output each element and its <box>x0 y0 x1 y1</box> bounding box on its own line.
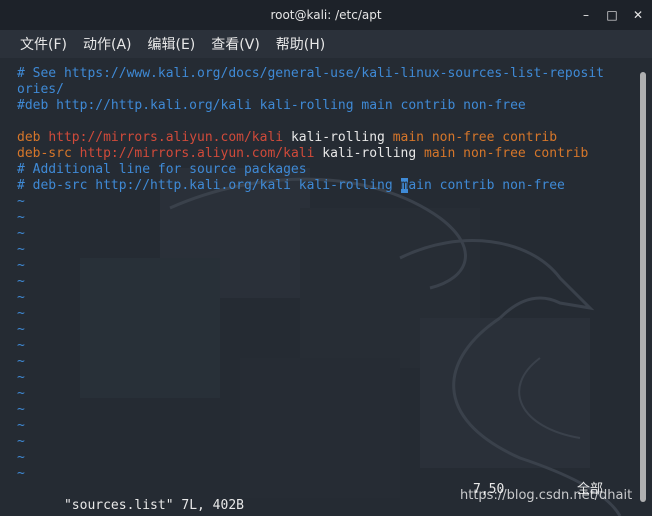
tilde-marker: ~ <box>17 450 25 465</box>
editor-line: deb-src http://mirrors.aliyun.com/kali k… <box>17 146 627 162</box>
editor-line: # Additional line for source packages <box>17 162 627 178</box>
editor-line: deb http://mirrors.aliyun.com/kali kali-… <box>17 130 627 146</box>
empty-line-marker: ~ <box>17 242 627 258</box>
empty-line-marker: ~ <box>17 210 627 226</box>
terminal-window: root@kali: /etc/apt – □ ✕ 文件(F) 动作(A) 编辑… <box>0 0 652 516</box>
title-bar[interactable]: root@kali: /etc/apt – □ ✕ <box>0 0 652 30</box>
empty-line-marker: ~ <box>17 306 627 322</box>
comment-text: ories/ <box>17 82 64 97</box>
empty-line-marker: ~ <box>17 386 627 402</box>
tilde-marker: ~ <box>17 466 25 481</box>
empty-line-marker: ~ <box>17 338 627 354</box>
components: main non-free contrib <box>392 130 558 145</box>
status-file-info: "sources.list" 7L, 402B <box>63 498 244 513</box>
empty-line-marker: ~ <box>17 290 627 306</box>
tilde-marker: ~ <box>17 290 25 305</box>
empty-line-marker: ~ <box>17 418 627 434</box>
editor-line: #deb http://http.kali.org/kali kali-roll… <box>17 98 627 114</box>
distribution: kali-rolling <box>290 130 385 145</box>
empty-line-marker: ~ <box>17 450 627 466</box>
menu-action[interactable]: 动作(A) <box>75 34 140 54</box>
empty-line-marker: ~ <box>17 370 627 386</box>
menu-view[interactable]: 查看(V) <box>203 34 268 54</box>
minimize-button[interactable]: – <box>580 8 592 22</box>
editor-line: ories/ <box>17 82 627 98</box>
scrollbar[interactable] <box>640 72 646 502</box>
menu-help[interactable]: 帮助(H) <box>268 34 333 54</box>
tilde-marker: ~ <box>17 258 25 273</box>
editor-line: # See https://www.kali.org/docs/general-… <box>17 66 627 82</box>
menu-edit[interactable]: 编辑(E) <box>140 34 204 54</box>
watermark-text: https://blog.csdn.net/dhait <box>460 488 633 503</box>
menu-bar: 文件(F) 动作(A) 编辑(E) 查看(V) 帮助(H) <box>0 30 652 58</box>
distribution: kali-rolling <box>322 146 417 161</box>
empty-line-marker: ~ <box>17 226 627 242</box>
tilde-marker: ~ <box>17 386 25 401</box>
comment-text: ain contrib non-free <box>408 178 565 193</box>
empty-line-marker: ~ <box>17 402 627 418</box>
empty-line-marker: ~ <box>17 258 627 274</box>
comment-text: #deb http://http.kali.org/kali kali-roll… <box>17 98 526 113</box>
source-url: http://mirrors.aliyun.com/kali <box>48 130 284 145</box>
tilde-marker: ~ <box>17 354 25 369</box>
tilde-marker: ~ <box>17 322 25 337</box>
empty-line-marker: ~ <box>17 322 627 338</box>
source-type: deb-src <box>17 146 72 161</box>
empty-line-marker: ~ <box>17 466 627 482</box>
close-button[interactable]: ✕ <box>632 8 644 22</box>
tilde-marker: ~ <box>17 418 25 433</box>
terminal-area[interactable]: # See https://www.kali.org/docs/general-… <box>0 58 652 516</box>
components: main non-free contrib <box>424 146 589 161</box>
tilde-marker: ~ <box>17 226 25 241</box>
empty-line-marker: ~ <box>17 274 627 290</box>
empty-line-marker: ~ <box>17 434 627 450</box>
editor-line: # deb-src http://http.kali.org/kali kali… <box>17 178 627 194</box>
tilde-marker: ~ <box>17 338 25 353</box>
window-title: root@kali: /etc/apt <box>270 8 382 22</box>
maximize-button[interactable]: □ <box>606 8 618 22</box>
editor-buffer: # See https://www.kali.org/docs/general-… <box>17 66 627 482</box>
menu-file[interactable]: 文件(F) <box>12 34 75 54</box>
tilde-marker: ~ <box>17 194 25 209</box>
comment-text: # deb-src http://http.kali.org/kali kali… <box>17 178 401 193</box>
tilde-marker: ~ <box>17 210 25 225</box>
comment-text: # Additional line for source packages <box>17 162 307 177</box>
tilde-marker: ~ <box>17 402 25 417</box>
empty-line-marker: ~ <box>17 194 627 210</box>
source-url: http://mirrors.aliyun.com/kali <box>79 146 315 161</box>
tilde-marker: ~ <box>17 434 25 449</box>
tilde-marker: ~ <box>17 306 25 321</box>
comment-text: # See https://www.kali.org/docs/general-… <box>17 66 604 81</box>
tilde-marker: ~ <box>17 370 25 385</box>
window-controls: – □ ✕ <box>580 0 644 30</box>
source-type: deb <box>17 130 41 145</box>
empty-line-marker: ~ <box>17 354 627 370</box>
tilde-marker: ~ <box>17 274 25 289</box>
tilde-marker: ~ <box>17 242 25 257</box>
